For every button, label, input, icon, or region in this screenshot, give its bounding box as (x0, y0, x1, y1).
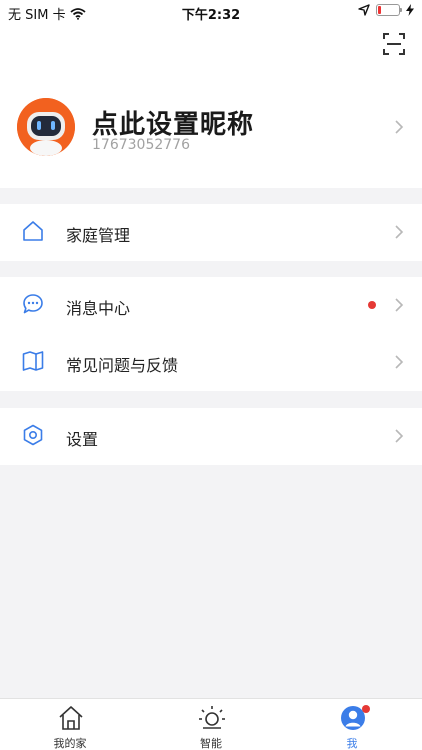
profile-phone: 17673052776 (92, 137, 190, 153)
section-messages: 消息中心 常见问题与反馈 (0, 277, 422, 391)
settings-hexagon-icon (23, 424, 43, 446)
chevron-right-icon (395, 429, 404, 443)
house-icon (59, 706, 83, 730)
charging-bolt-icon (406, 4, 414, 16)
menu-label: 家庭管理 (66, 226, 131, 245)
menu-item-faq-feedback[interactable]: 常见问题与反馈 (0, 334, 422, 391)
chevron-right-icon[interactable] (392, 120, 406, 134)
chat-bubble-icon (23, 294, 43, 314)
menu-item-home-management[interactable]: 家庭管理 (0, 204, 422, 261)
menu-label: 设置 (66, 430, 99, 449)
chevron-right-icon (395, 355, 404, 369)
scan-icon[interactable] (382, 32, 406, 56)
section-home: 家庭管理 (0, 204, 422, 261)
menu-label: 消息中心 (66, 299, 131, 318)
profile-nickname[interactable]: 点此设置昵称 (92, 104, 254, 141)
notification-badge (362, 705, 370, 713)
house-icon (23, 221, 43, 241)
battery-icon (376, 4, 402, 16)
chevron-right-icon (395, 298, 404, 312)
profile-header: 点此设置昵称 17673052776 (0, 24, 422, 188)
tab-label: 智能 (200, 737, 222, 750)
location-arrow-icon (358, 4, 370, 16)
book-icon (22, 351, 44, 371)
menu-label: 常见问题与反馈 (66, 356, 179, 375)
tab-label: 我的家 (53, 737, 87, 750)
menu-item-message-center[interactable]: 消息中心 (0, 277, 422, 334)
tab-smart[interactable]: 智能 (141, 699, 281, 750)
menu-item-settings[interactable]: 设置 (0, 408, 422, 465)
tab-home[interactable]: 我的家 (0, 699, 140, 750)
robot-avatar-icon (17, 98, 75, 156)
avatar[interactable] (17, 98, 75, 156)
tab-me[interactable]: 我 (282, 699, 422, 750)
sun-icon (199, 706, 225, 729)
status-right (358, 4, 414, 16)
unread-badge (368, 301, 376, 309)
section-settings: 设置 (0, 408, 422, 465)
status-bar: 无 SIM 卡 下午2:32 (0, 0, 422, 24)
tab-label: 我 (346, 737, 358, 750)
chevron-right-icon (395, 225, 404, 239)
tab-bar: 我的家 智能 我 (0, 698, 422, 750)
